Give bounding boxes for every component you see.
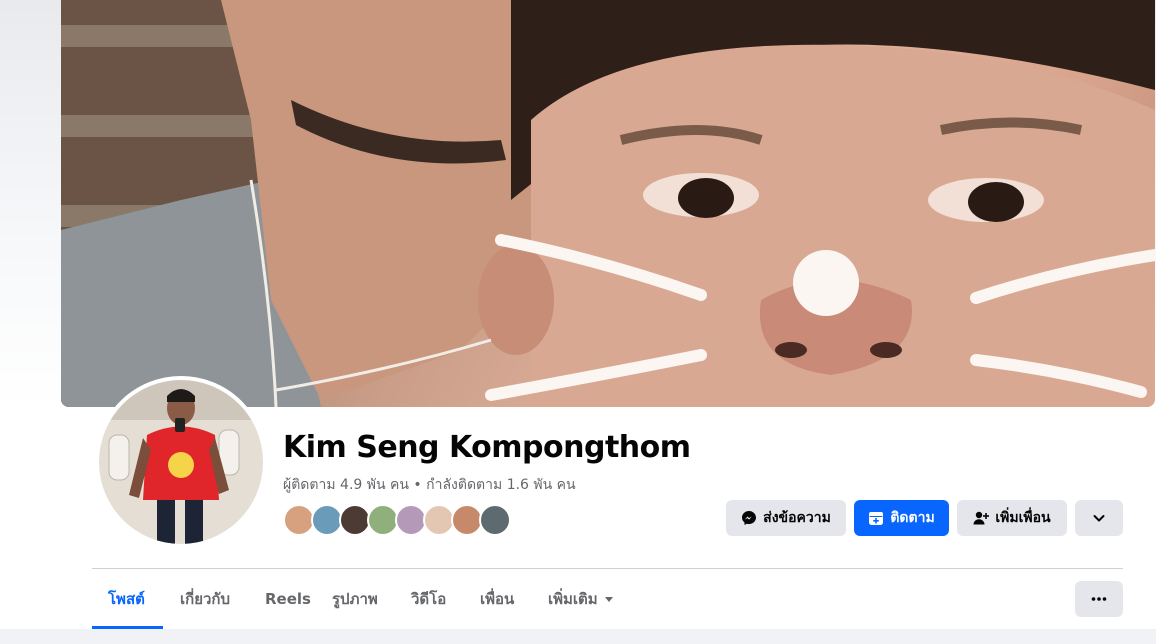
follow-button-label: ติดตาม <box>890 510 935 526</box>
caret-down-icon <box>604 597 613 602</box>
tab-about-label: เกี่ยวกับ <box>180 590 231 608</box>
tab-posts[interactable]: โพสต์ <box>108 569 145 629</box>
cover-photo-image <box>61 0 1155 407</box>
tab-friends-label: เพื่อน <box>480 590 515 608</box>
tab-photos[interactable]: รูปภาพ <box>332 569 378 629</box>
following-label[interactable]: กำลังติดตาม <box>426 477 502 493</box>
tab-more[interactable]: เพิ่มเติม <box>548 569 614 629</box>
profile-avatar[interactable] <box>95 376 267 548</box>
add-friend-button-label: เพิ่มเพื่อน <box>995 510 1051 526</box>
stats-separator: • <box>413 477 422 493</box>
tab-about[interactable]: เกี่ยวกับ <box>180 569 230 629</box>
messenger-icon <box>742 511 757 525</box>
profile-name: Kim Seng Kompongthom <box>283 430 691 465</box>
profile-options-button[interactable] <box>1075 581 1123 617</box>
following-unit: คน <box>556 477 576 493</box>
profile-stats: ผู้ติดตาม 4.9 พัน คน • กำลังติดตาม 1.6 พ… <box>283 474 576 496</box>
followers-label[interactable]: ผู้ติดตาม <box>283 477 336 493</box>
tab-reels[interactable]: Reels <box>265 569 311 629</box>
follow-icon <box>869 512 884 525</box>
avatar-image <box>99 380 263 544</box>
follow-button[interactable]: ติดตาม <box>854 500 949 536</box>
more-actions-button[interactable] <box>1075 500 1123 536</box>
add-friend-button[interactable]: เพิ่มเพื่อน <box>957 500 1067 536</box>
followers-count[interactable]: 4.9 พัน <box>340 477 386 493</box>
tab-videos[interactable]: วิดีโอ <box>411 569 446 629</box>
feed-background <box>0 629 1156 644</box>
add-friend-icon <box>973 511 990 525</box>
friend-avatar[interactable] <box>479 504 511 536</box>
message-button-label: ส่งข้อความ <box>763 510 831 526</box>
message-button[interactable]: ส่งข้อความ <box>726 500 846 536</box>
followers-unit: คน <box>390 477 409 493</box>
cover-photo[interactable] <box>61 0 1155 407</box>
tab-posts-label: โพสต์ <box>108 590 145 608</box>
tab-more-label: เพิ่มเติม <box>548 590 598 608</box>
tab-friends[interactable]: เพื่อน <box>480 569 514 629</box>
following-count[interactable]: 1.6 พัน <box>507 477 553 493</box>
ellipsis-icon <box>1091 597 1107 601</box>
tab-videos-label: วิดีโอ <box>411 590 447 608</box>
tab-photos-label: รูปภาพ <box>332 590 378 608</box>
tab-reels-label: Reels <box>265 590 311 608</box>
chevron-down-icon <box>1093 515 1105 522</box>
